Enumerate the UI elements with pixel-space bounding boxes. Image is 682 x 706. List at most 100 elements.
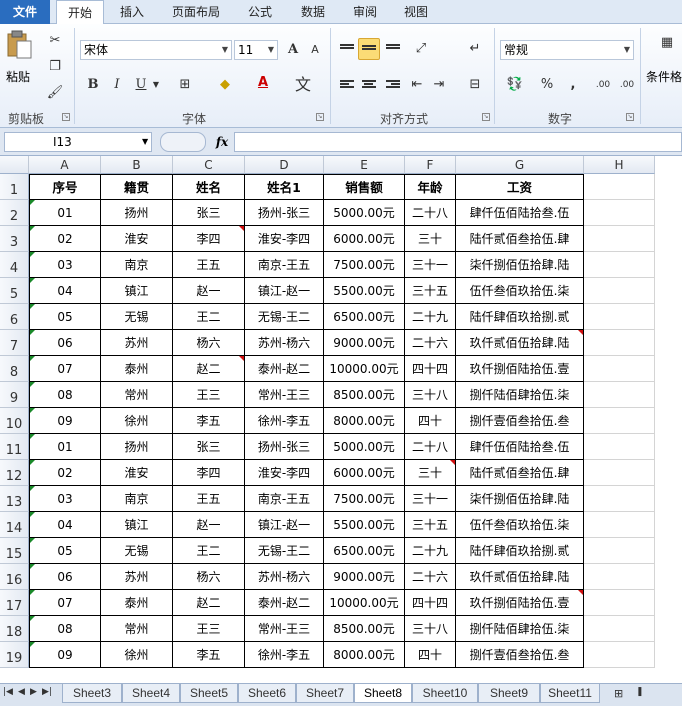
table-cell[interactable]: 06 [29, 564, 101, 590]
table-cell[interactable]: 四十 [405, 408, 456, 434]
sheet-tab[interactable]: Sheet5 [180, 684, 238, 703]
column-header[interactable]: C [173, 156, 245, 174]
table-cell[interactable]: 南京 [101, 252, 173, 278]
table-cell[interactable]: 王五 [173, 252, 245, 278]
table-cell[interactable]: 三十一 [405, 486, 456, 512]
table-cell[interactable]: 苏州 [101, 564, 173, 590]
row-header[interactable]: 18 [0, 616, 29, 642]
table-cell[interactable]: 6000.00元 [324, 460, 405, 486]
tab-data[interactable]: 数据 [293, 0, 333, 24]
sheet-tab[interactable]: Sheet9 [478, 684, 540, 703]
table-cell[interactable]: 玖仟捌佰陆拾伍.壹 [456, 590, 584, 616]
table-header-cell[interactable]: 籍贯 [101, 174, 173, 200]
table-cell[interactable] [584, 356, 655, 382]
last-sheet-icon[interactable]: ▶| [42, 687, 52, 697]
table-header-cell[interactable]: 序号 [29, 174, 101, 200]
insert-sheet-icon[interactable]: ⊞ [614, 687, 623, 700]
row-header[interactable]: 9 [0, 382, 29, 408]
tab-file[interactable]: 文件 [0, 0, 50, 24]
table-cell[interactable]: 5000.00元 [324, 200, 405, 226]
table-cell[interactable] [584, 408, 655, 434]
conditional-format-icon[interactable]: ▦ [654, 32, 680, 54]
table-cell[interactable]: 杨六 [173, 330, 245, 356]
table-cell[interactable]: 常州-王三 [245, 382, 324, 408]
table-cell[interactable]: 6000.00元 [324, 226, 405, 252]
table-cell[interactable]: 玖仟贰佰伍拾肆.陆 [456, 330, 584, 356]
tab-page-layout[interactable]: 页面布局 [166, 0, 226, 24]
table-cell[interactable]: 杨六 [173, 564, 245, 590]
currency-icon[interactable]: 💱 [504, 74, 526, 96]
table-cell[interactable] [584, 252, 655, 278]
table-cell[interactable]: 泰州 [101, 356, 173, 382]
table-cell[interactable]: 南京-王五 [245, 486, 324, 512]
format-painter-icon[interactable]: 🖌 [44, 82, 66, 104]
table-cell[interactable]: 赵一 [173, 278, 245, 304]
table-cell[interactable] [584, 330, 655, 356]
select-all-corner[interactable] [0, 156, 29, 174]
table-cell[interactable]: 10000.00元 [324, 356, 405, 382]
table-cell[interactable]: 扬州-张三 [245, 200, 324, 226]
increase-decimal-button[interactable]: .00 [592, 74, 614, 96]
fill-color-icon[interactable]: ◆ [214, 74, 236, 96]
table-cell[interactable]: 6500.00元 [324, 304, 405, 330]
table-cell[interactable]: 三十八 [405, 382, 456, 408]
number-launcher-icon[interactable]: ↘ [626, 113, 634, 121]
column-header[interactable]: H [584, 156, 655, 174]
table-cell[interactable]: 徐州-李五 [245, 408, 324, 434]
table-cell[interactable]: 10000.00元 [324, 590, 405, 616]
table-cell[interactable]: 赵一 [173, 512, 245, 538]
table-cell[interactable]: 泰州 [101, 590, 173, 616]
borders-icon[interactable]: ⊞ [174, 74, 196, 96]
align-right-icon[interactable] [382, 74, 404, 96]
phonetic-button[interactable]: 文 [292, 74, 314, 96]
row-header[interactable]: 7 [0, 330, 29, 356]
table-cell[interactable]: 09 [29, 408, 101, 434]
table-cell[interactable]: 常州 [101, 382, 173, 408]
decrease-decimal-button[interactable]: .00 [616, 74, 638, 96]
table-cell[interactable]: 镇江-赵一 [245, 512, 324, 538]
table-cell[interactable]: 苏州 [101, 330, 173, 356]
align-middle-icon[interactable] [358, 38, 380, 60]
table-cell[interactable]: 玖仟捌佰陆拾伍.壹 [456, 356, 584, 382]
table-cell[interactable] [584, 538, 655, 564]
sheet-tab[interactable]: Sheet6 [238, 684, 296, 703]
conditional-format-label[interactable]: 条件格 [646, 68, 682, 85]
table-cell[interactable] [584, 434, 655, 460]
row-header[interactable]: 8 [0, 356, 29, 382]
table-cell[interactable]: 三十五 [405, 512, 456, 538]
table-cell[interactable]: 三十八 [405, 616, 456, 642]
table-cell[interactable]: 王五 [173, 486, 245, 512]
table-cell[interactable]: 镇江 [101, 512, 173, 538]
column-header[interactable]: G [456, 156, 584, 174]
table-cell[interactable] [584, 616, 655, 642]
sheet-tab[interactable]: Sheet8 [354, 684, 412, 703]
number-format-select[interactable]: 常规 ▼ [500, 40, 634, 60]
row-header[interactable]: 12 [0, 460, 29, 486]
bold-button[interactable]: B [82, 74, 104, 96]
table-cell[interactable] [584, 590, 655, 616]
table-cell[interactable]: 5000.00元 [324, 434, 405, 460]
align-center-icon[interactable] [358, 74, 380, 96]
row-header[interactable]: 14 [0, 512, 29, 538]
table-cell[interactable] [584, 200, 655, 226]
table-cell[interactable]: 镇江-赵一 [245, 278, 324, 304]
table-cell[interactable]: 镇江 [101, 278, 173, 304]
table-cell[interactable]: 捌仟壹佰叁拾伍.叁 [456, 642, 584, 668]
table-cell[interactable]: 09 [29, 642, 101, 668]
underline-dropdown-icon[interactable]: ▼ [150, 74, 162, 96]
table-cell[interactable]: 王三 [173, 382, 245, 408]
table-cell[interactable]: 三十 [405, 226, 456, 252]
name-box[interactable]: I13 [4, 132, 152, 152]
table-cell[interactable]: 7500.00元 [324, 486, 405, 512]
table-cell[interactable]: 赵二 [173, 356, 245, 382]
table-cell[interactable] [584, 226, 655, 252]
paste-button[interactable]: 粘贴 [4, 30, 36, 88]
table-cell[interactable]: 赵二 [173, 590, 245, 616]
table-cell[interactable]: 王二 [173, 538, 245, 564]
table-cell[interactable]: 03 [29, 486, 101, 512]
table-cell[interactable]: 无锡-王二 [245, 538, 324, 564]
column-header[interactable]: B [101, 156, 173, 174]
italic-button[interactable]: I [106, 74, 128, 96]
table-cell[interactable]: 陆仟肆佰玖拾捌.贰 [456, 538, 584, 564]
row-header[interactable]: 4 [0, 252, 29, 278]
